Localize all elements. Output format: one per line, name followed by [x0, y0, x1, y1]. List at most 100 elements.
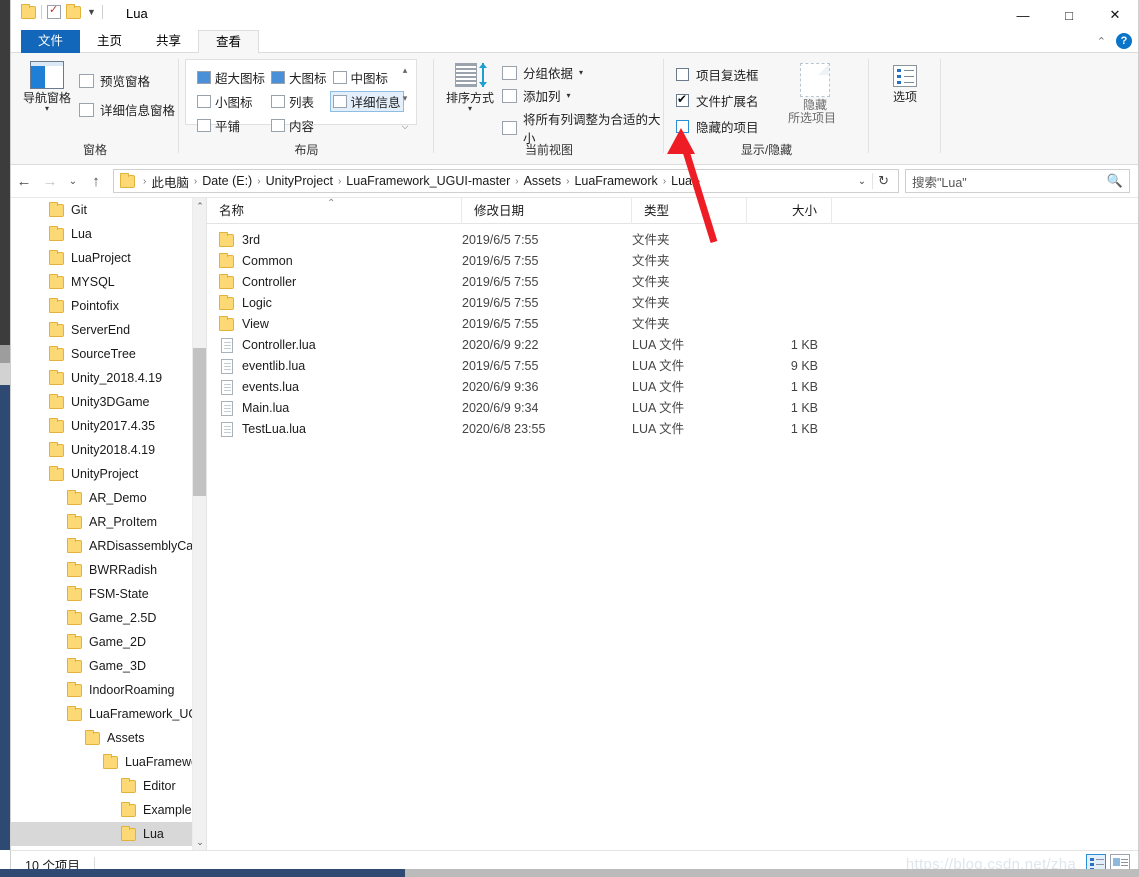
- tab-home[interactable]: 主页: [80, 30, 139, 53]
- navigation-pane[interactable]: Git Lua LuaProject MYSQL Pointofix ServerEnd S…: [11, 198, 206, 850]
- view-content[interactable]: 内容: [268, 115, 330, 136]
- table-row[interactable]: eventlib.lua 2019/6/5 7:55 LUA 文件 9 KB: [207, 356, 1138, 377]
- scroll-up-icon[interactable]: ▴: [403, 66, 408, 75]
- close-button[interactable]: ✕: [1092, 0, 1138, 30]
- scrollbar-thumb[interactable]: [193, 348, 206, 496]
- breadcrumb-separator[interactable]: ›: [564, 176, 571, 187]
- tree-item[interactable]: Game_3D: [11, 654, 206, 678]
- tab-share[interactable]: 共享: [139, 30, 198, 53]
- scroll-down-icon[interactable]: ⌄: [193, 834, 206, 850]
- table-row[interactable]: Main.lua 2020/6/9 9:34 LUA 文件 1 KB: [207, 398, 1138, 419]
- breadcrumb-item-lua[interactable]: Lua: [668, 174, 695, 188]
- scroll-up-icon[interactable]: ⌃: [193, 198, 206, 215]
- view-medium-icons[interactable]: 中图标: [330, 67, 404, 88]
- tree-item[interactable]: Game_2.5D: [11, 606, 206, 630]
- breadcrumb-item-luaframework-ugui-master[interactable]: LuaFramework_UGUI-master: [343, 174, 513, 188]
- breadcrumb-separator[interactable]: ›: [336, 176, 343, 187]
- tree-item[interactable]: AR_ProItem: [11, 510, 206, 534]
- table-row[interactable]: Common 2019/6/5 7:55 文件夹: [207, 251, 1138, 272]
- scroll-down-icon[interactable]: ▾: [403, 94, 408, 103]
- options-button[interactable]: 选项: [873, 65, 937, 104]
- item-checkboxes-option[interactable]: 项目复选框: [676, 65, 759, 84]
- column-header-type[interactable]: 类型: [632, 197, 747, 224]
- tree-item[interactable]: Pointofix: [11, 294, 206, 318]
- tree-item[interactable]: LuaFramework_UGUI-master: [11, 702, 206, 726]
- view-tiles[interactable]: 平铺: [194, 115, 268, 136]
- tree-item[interactable]: UnityProject: [11, 462, 206, 486]
- table-row[interactable]: 3rd 2019/6/5 7:55 文件夹: [207, 230, 1138, 251]
- tree-item[interactable]: BWRRadish: [11, 558, 206, 582]
- tree-item[interactable]: Git: [11, 198, 206, 222]
- table-row[interactable]: Controller.lua 2020/6/9 9:22 LUA 文件 1 KB: [207, 335, 1138, 356]
- breadcrumb-item-this-pc[interactable]: 此电脑: [148, 172, 192, 191]
- details-pane-button[interactable]: 详细信息窗格: [79, 100, 175, 119]
- tree-item[interactable]: LuaProject: [11, 246, 206, 270]
- hidden-items-option[interactable]: 隐藏的项目: [676, 117, 759, 136]
- view-large-icons[interactable]: 大图标: [268, 67, 330, 88]
- tree-item[interactable]: FSM-State: [11, 582, 206, 606]
- tree-item[interactable]: Lua: [11, 822, 206, 846]
- file-list-pane[interactable]: 名称 ⌃ 修改日期 类型 大小 3rd 2019/6/5 7:55 文件夹 Commo…: [207, 197, 1138, 850]
- tree-item[interactable]: Unity_2018.4.19: [11, 366, 206, 390]
- chevron-down-icon[interactable]: ▾: [567, 91, 571, 100]
- navigation-pane-scrollbar[interactable]: ⌃ ⌄: [192, 198, 206, 850]
- address-dropdown-icon[interactable]: ⌄: [852, 176, 872, 187]
- group-by-button[interactable]: 分组依据 ▾: [502, 63, 583, 82]
- item-checkboxes-checkbox[interactable]: [676, 68, 689, 81]
- tree-item[interactable]: Unity2018.4.19: [11, 438, 206, 462]
- tree-item[interactable]: ServerEnd: [11, 318, 206, 342]
- view-list[interactable]: 列表: [268, 91, 330, 112]
- breadcrumb-separator[interactable]: ›: [255, 176, 262, 187]
- view-small-icons[interactable]: 小图标: [194, 91, 268, 112]
- breadcrumb-separator[interactable]: ›: [513, 176, 520, 187]
- breadcrumb-item-assets[interactable]: Assets: [521, 174, 565, 188]
- column-header-date[interactable]: 修改日期: [462, 197, 632, 224]
- refresh-icon[interactable]: ↻: [872, 173, 894, 189]
- tree-item[interactable]: Assets: [11, 726, 206, 750]
- tree-item[interactable]: Editor: [11, 774, 206, 798]
- folder-icon[interactable]: [21, 3, 36, 19]
- search-icon[interactable]: 🔍: [1107, 173, 1123, 189]
- quick-access-toolbar[interactable]: ▼: [21, 3, 103, 19]
- breadcrumb-separator[interactable]: ›: [695, 176, 702, 187]
- view-extra-large-icons[interactable]: 超大图标: [194, 67, 268, 88]
- tree-item[interactable]: AR_Demo: [11, 486, 206, 510]
- maximize-button[interactable]: □: [1046, 0, 1092, 30]
- preview-pane-button[interactable]: 预览窗格: [79, 71, 150, 90]
- breadcrumb[interactable]: › 此电脑 › Date (E:) › UnityProject › LuaFr…: [113, 169, 899, 193]
- tab-view[interactable]: 查看: [198, 30, 260, 54]
- layout-gallery-scrollbar[interactable]: ▴ ▾ ⌵: [398, 66, 412, 131]
- minimize-button[interactable]: —: [1000, 0, 1046, 30]
- table-row[interactable]: View 2019/6/5 7:55 文件夹: [207, 314, 1138, 335]
- collapse-ribbon-icon[interactable]: ⌃: [1097, 35, 1106, 48]
- file-extensions-checkbox[interactable]: [676, 92, 689, 107]
- tree-item[interactable]: Unity3DGame: [11, 390, 206, 414]
- navigation-pane-button[interactable]: 导航窗格 ▾: [15, 61, 79, 113]
- table-row[interactable]: events.lua 2020/6/9 9:36 LUA 文件 1 KB: [207, 377, 1138, 398]
- breadcrumb-item-luaframework[interactable]: LuaFramework: [571, 174, 660, 188]
- table-row[interactable]: Logic 2019/6/5 7:55 文件夹: [207, 293, 1138, 314]
- tree-item[interactable]: Examples: [11, 798, 206, 822]
- column-header-size[interactable]: 大小: [747, 197, 832, 224]
- recent-locations-icon[interactable]: ⌄: [63, 176, 83, 187]
- breadcrumb-item-date-e[interactable]: Date (E:): [199, 174, 255, 188]
- new-folder-icon[interactable]: [66, 3, 81, 19]
- tab-file[interactable]: 文件: [21, 30, 81, 53]
- breadcrumb-item-unityproject[interactable]: UnityProject: [263, 174, 336, 188]
- hidden-items-checkbox[interactable]: [676, 120, 689, 133]
- breadcrumb-separator[interactable]: ›: [661, 176, 668, 187]
- tree-item[interactable]: Unity2017.4.35: [11, 414, 206, 438]
- breadcrumb-separator[interactable]: ›: [192, 176, 199, 187]
- customize-caret-icon[interactable]: ▼: [86, 7, 97, 17]
- view-details[interactable]: 详细信息: [329, 91, 404, 112]
- tree-item[interactable]: LuaFramework: [11, 750, 206, 774]
- scroll-more-icon[interactable]: ⌵: [402, 122, 409, 131]
- table-row[interactable]: Controller 2019/6/5 7:55 文件夹: [207, 272, 1138, 293]
- sort-by-button[interactable]: 排序方式 ▾: [438, 61, 502, 113]
- properties-icon[interactable]: [47, 3, 61, 19]
- tree-item[interactable]: Game_2D: [11, 630, 206, 654]
- tree-item[interactable]: IndoorRoaming: [11, 678, 206, 702]
- help-icon[interactable]: ?: [1116, 33, 1132, 49]
- tree-item[interactable]: MYSQL: [11, 270, 206, 294]
- up-button[interactable]: ↑: [83, 173, 109, 190]
